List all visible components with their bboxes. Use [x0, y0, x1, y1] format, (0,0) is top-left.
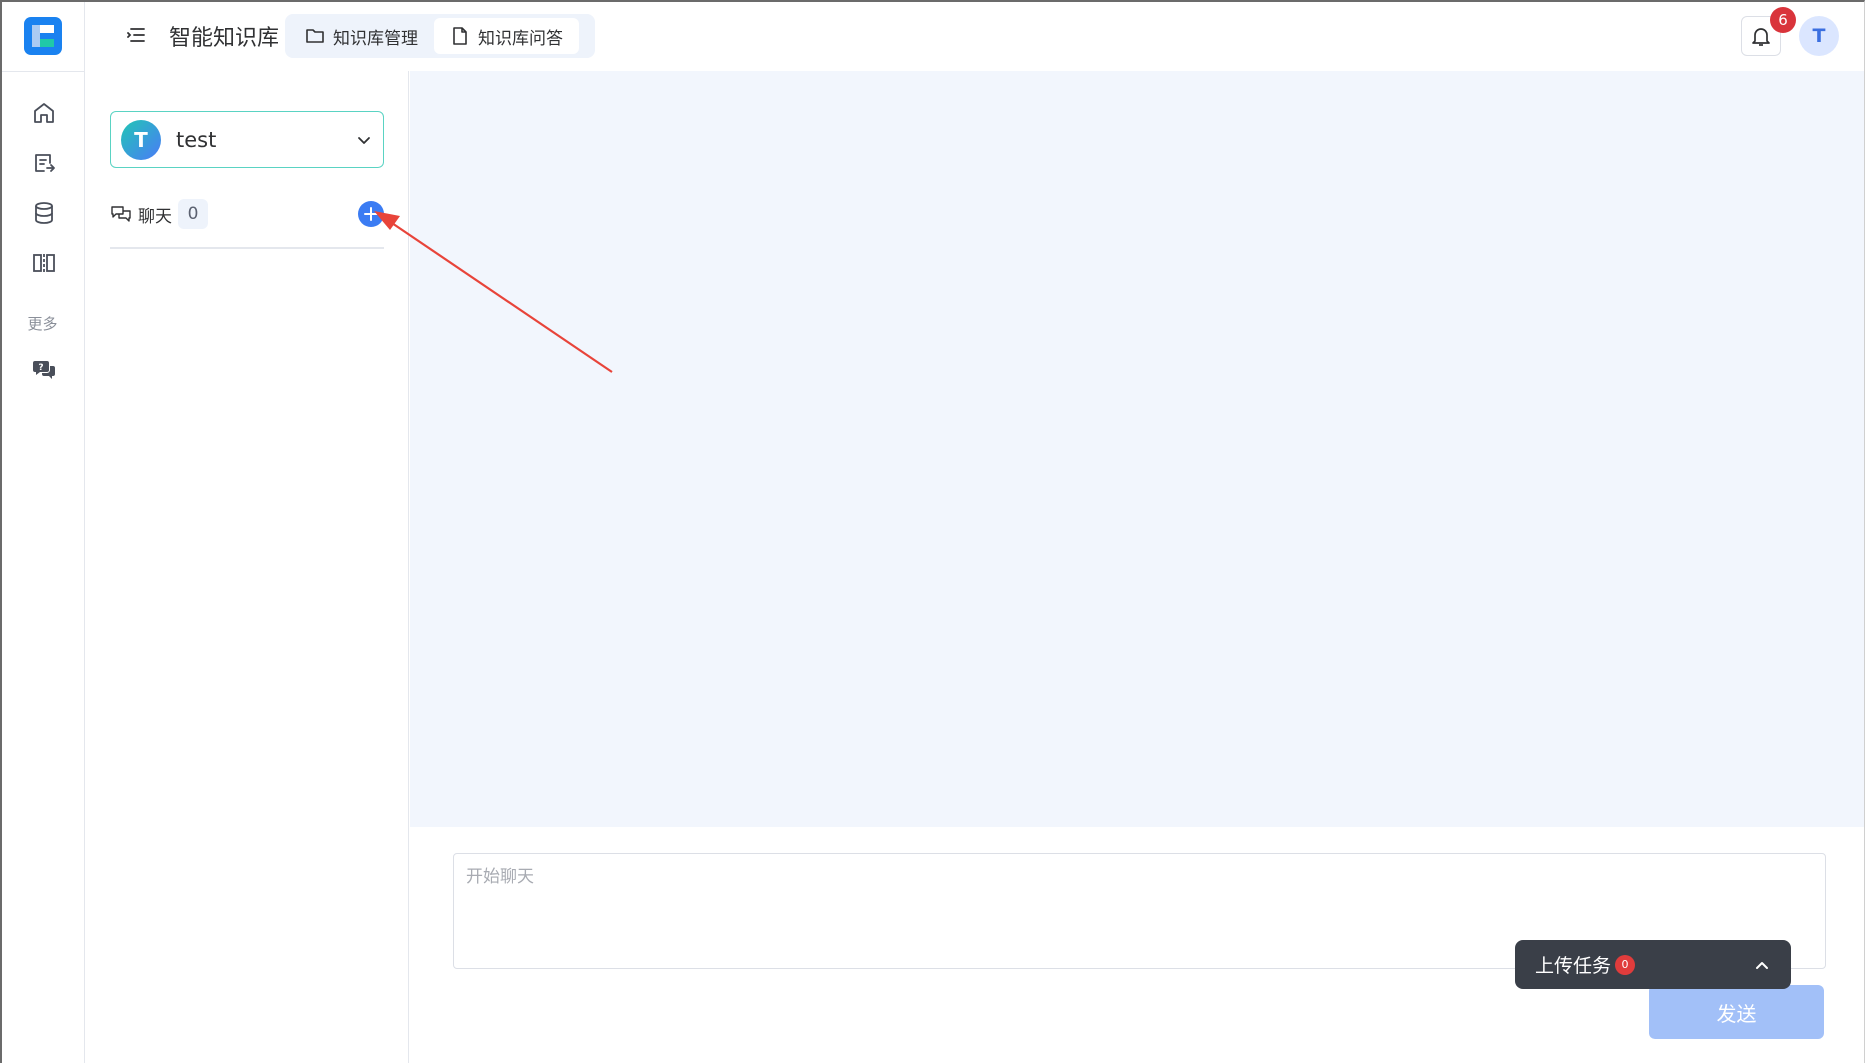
rail-item-help[interactable]: ?: [31, 356, 57, 382]
database-icon: [35, 202, 53, 224]
app-logo: [24, 17, 62, 55]
knowledge-base-avatar: T: [121, 119, 161, 160]
tab-knowledge-qa[interactable]: 知识库问答: [434, 18, 579, 54]
rail-item-home[interactable]: [31, 100, 57, 126]
app-title: 智能知识库: [169, 26, 280, 51]
left-rail: 更多 ?: [0, 0, 85, 1063]
send-button[interactable]: 发送: [1649, 985, 1824, 1039]
menu-fold-icon[interactable]: [125, 24, 147, 46]
question-chat-icon: ?: [33, 361, 55, 379]
knowledge-base-name: test: [176, 127, 217, 152]
rail-item-documents[interactable]: [31, 150, 57, 176]
bell-icon: [1752, 28, 1770, 46]
tab-label: 知识库管理: [333, 28, 418, 49]
tab-knowledge-management[interactable]: 知识库管理: [289, 18, 434, 54]
chat-label: 聊天: [138, 206, 172, 227]
upload-task-panel[interactable]: 上传任务 0: [1515, 940, 1791, 989]
chat-list-header: 聊天 0: [110, 198, 384, 230]
knowledge-base-select[interactable]: T test: [110, 111, 384, 168]
add-chat-button[interactable]: [358, 201, 384, 227]
chat-side-panel: T test 聊天 0: [86, 71, 409, 1063]
svg-text:?: ?: [38, 363, 43, 373]
top-header: 智能知识库 知识库管理 知识库问答 6 T: [85, 0, 1865, 71]
rail-more-label: 更多: [27, 315, 58, 333]
rail-divider: [0, 71, 85, 72]
user-avatar[interactable]: T: [1799, 16, 1839, 56]
folder-icon: [306, 29, 324, 43]
home-icon: [34, 103, 54, 123]
chevron-down-icon: [358, 136, 370, 144]
chat-messages-area: [410, 71, 1865, 827]
chat-count-badge: 0: [178, 199, 208, 229]
plus-icon: [364, 207, 378, 221]
tab-label: 知识库问答: [478, 28, 563, 49]
document-export-icon: [35, 154, 55, 172]
rail-item-columns[interactable]: [31, 250, 57, 276]
rail-item-database[interactable]: [31, 200, 57, 226]
document-icon: [453, 27, 467, 45]
chat-bubbles-icon: [111, 206, 131, 222]
upload-task-label: 上传任务: [1535, 955, 1612, 977]
notification-badge: 6: [1770, 7, 1796, 33]
columns-icon: [33, 254, 55, 272]
chevron-up-icon[interactable]: [1753, 956, 1771, 974]
side-panel-divider: [110, 247, 384, 249]
upload-task-count-badge: 0: [1615, 954, 1636, 975]
header-tabs: 知识库管理 知识库问答: [285, 14, 595, 58]
